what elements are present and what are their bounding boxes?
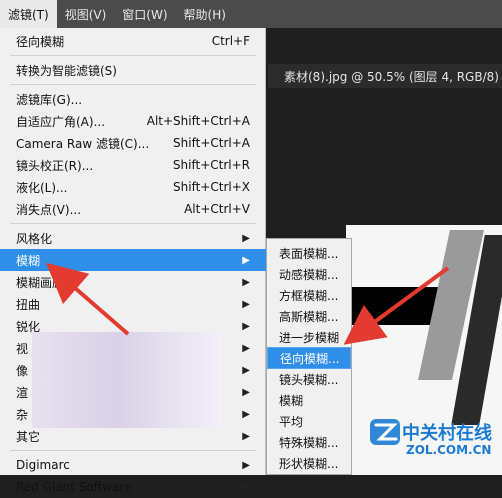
- menu-window[interactable]: 窗口(W): [114, 0, 175, 28]
- menu-item-shortcut: Shift+Ctrl+X: [173, 180, 250, 194]
- menu-item-label: 扭曲: [16, 297, 41, 312]
- submenu-arrow-icon: ▶: [242, 386, 250, 398]
- submenu-arrow-icon: ▶: [242, 232, 250, 244]
- menu-help[interactable]: 帮助(H): [176, 0, 234, 28]
- blur-submenu-item[interactable]: 模糊: [267, 389, 351, 411]
- menu-filter[interactable]: 滤镜(T): [0, 0, 57, 28]
- blur-submenu-item[interactable]: 表面模糊...: [267, 242, 351, 264]
- submenu-arrow-icon: ▶: [242, 320, 250, 332]
- menu-item-label: 滤镜库(G)...: [16, 92, 83, 107]
- submenu-arrow-icon: ▶: [242, 408, 250, 420]
- menu-item-label: 自适应广角(A)...: [16, 114, 106, 129]
- menu-item-shortcut: Shift+Ctrl+R: [172, 158, 250, 172]
- menu-separator: [10, 55, 256, 56]
- blur-submenu-item[interactable]: 径向模糊...: [267, 347, 351, 369]
- filter-menu-item[interactable]: 镜头校正(R)... Shift+Ctrl+R: [0, 154, 266, 176]
- submenu-arrow-icon: ▶: [242, 430, 250, 442]
- submenu-arrow-icon: ▶: [242, 276, 250, 288]
- menu-item-label: 液化(L)...: [16, 180, 68, 195]
- document-title[interactable]: 素材(8).jpg @ 50.5% (图层 4, RGB/8): [268, 64, 502, 88]
- filter-menu-item[interactable]: 扭曲 ▶: [0, 293, 266, 315]
- document-title-text: 素材(8).jpg @ 50.5% (图层 4, RGB/8): [284, 69, 499, 84]
- canvas[interactable]: [346, 225, 502, 475]
- menu-item-label: Camera Raw 滤镜(C)...: [16, 136, 150, 151]
- menu-item-label: 径向模糊: [16, 34, 65, 49]
- submenu-arrow-icon: ▶: [242, 459, 250, 471]
- blurred-region: [32, 332, 222, 428]
- menu-view[interactable]: 视图(V): [57, 0, 115, 28]
- menu-item-label: 镜头校正(R)...: [16, 158, 94, 173]
- menu-item-shortcut: Ctrl+F: [211, 34, 250, 48]
- filter-menu-item[interactable]: Camera Raw 滤镜(C)... Shift+Ctrl+A: [0, 132, 266, 154]
- menu-item-label: Digimarc: [16, 458, 70, 472]
- menu-item-label: 其它: [16, 429, 41, 444]
- menu-item-label: Red Giant Software: [16, 480, 132, 494]
- filter-menu-item[interactable]: 液化(L)... Shift+Ctrl+X: [0, 176, 266, 198]
- blur-submenu-item[interactable]: 高斯模糊...: [267, 305, 351, 327]
- menu-item-label: 转换为智能滤镜(S): [16, 63, 117, 78]
- submenu-arrow-icon: ▶: [242, 298, 250, 310]
- submenu-arrow-icon: ▶: [242, 481, 250, 493]
- filter-menu-item[interactable]: 消失点(V)... Alt+Ctrl+V: [0, 198, 266, 220]
- filter-menu-item[interactable]: 模糊 ▶: [0, 249, 266, 271]
- menu-separator: [10, 84, 256, 85]
- menu-item-shortcut: Alt+Shift+Ctrl+A: [146, 114, 250, 128]
- menu-item-shortcut: Shift+Ctrl+A: [173, 136, 250, 150]
- menu-bar: 滤镜(T) 视图(V) 窗口(W) 帮助(H): [0, 0, 502, 28]
- filter-menu-item[interactable]: 滤镜库(G)...: [0, 88, 266, 110]
- filter-menu-item[interactable]: 转换为智能滤镜(S): [0, 59, 266, 81]
- filter-menu-item[interactable]: 其它 ▶: [0, 425, 266, 447]
- filter-menu-item[interactable]: 径向模糊 Ctrl+F: [0, 30, 266, 52]
- submenu-arrow-icon: ▶: [242, 342, 250, 354]
- blur-submenu-item[interactable]: 进一步模糊: [267, 326, 351, 348]
- blur-submenu-item[interactable]: 方框模糊...: [267, 284, 351, 306]
- submenu-arrow-icon: ▶: [242, 254, 250, 266]
- blur-submenu-item[interactable]: 动感模糊...: [267, 263, 351, 285]
- menu-separator: [10, 450, 256, 451]
- menu-item-label: 风格化: [16, 231, 53, 246]
- filter-menu-item[interactable]: 模糊画廊 ▶: [0, 271, 266, 293]
- filter-menu-item[interactable]: 自适应广角(A)... Alt+Shift+Ctrl+A: [0, 110, 266, 132]
- menu-separator: [10, 223, 256, 224]
- menu-item-label: 模糊画廊: [16, 275, 65, 290]
- filter-menu-item[interactable]: Red Giant Software ▶: [0, 476, 266, 498]
- submenu-arrow-icon: ▶: [242, 364, 250, 376]
- menu-item-label: 消失点(V)...: [16, 202, 82, 217]
- blur-submenu-item[interactable]: 特殊模糊...: [267, 431, 351, 453]
- blur-submenu-item[interactable]: 平均: [267, 410, 351, 432]
- blur-submenu-item[interactable]: 形状模糊...: [267, 452, 351, 474]
- filter-menu-item[interactable]: 风格化 ▶: [0, 227, 266, 249]
- menu-item-label: 模糊: [16, 253, 41, 268]
- blur-submenu: 表面模糊... 动感模糊... 方框模糊... 高斯模糊... 进一步模糊 径向模糊...…: [266, 238, 352, 475]
- filter-menu-item[interactable]: Digimarc ▶: [0, 454, 266, 476]
- blur-submenu-item[interactable]: 镜头模糊...: [267, 368, 351, 390]
- menu-item-shortcut: Alt+Ctrl+V: [184, 202, 250, 216]
